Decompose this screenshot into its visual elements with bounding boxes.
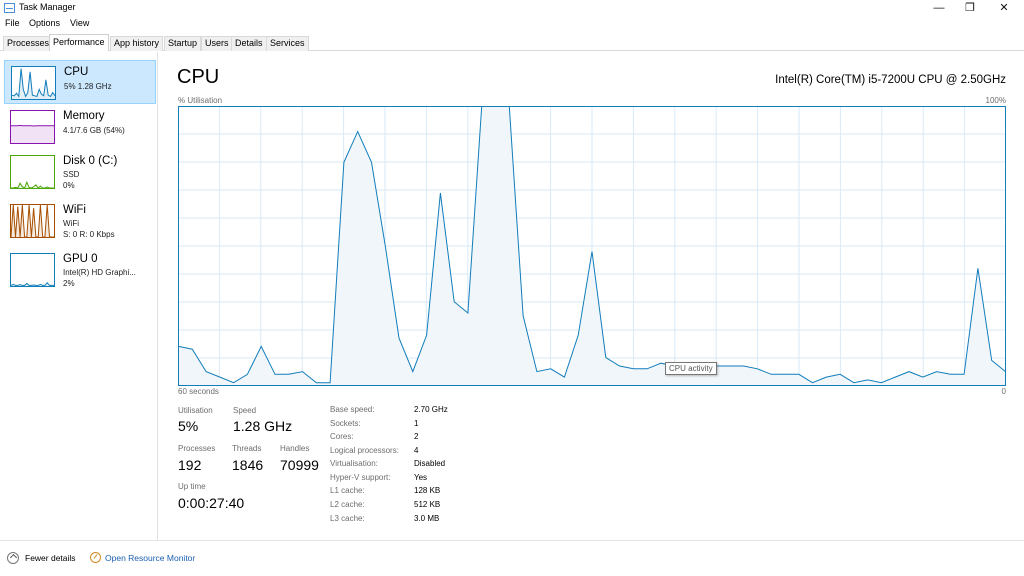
sidebar-item-gpu[interactable]: GPU 0 Intel(R) HD Graphi... 2% — [4, 248, 156, 292]
title-bar: Task Manager — ❐ ✕ — [0, 0, 1024, 17]
spec-label: Sockets: — [330, 419, 361, 428]
cpu-model: Intel(R) Core(TM) i5-7200U CPU @ 2.50GHz — [775, 74, 1006, 86]
sidebar-item-detail: 4.1/7.6 GB (54%) — [63, 126, 125, 135]
tab-services[interactable]: Services — [266, 36, 309, 51]
sidebar-item-detail: WiFi — [63, 219, 79, 228]
sparkline-fill — [11, 125, 54, 143]
sidebar-item-detail: Intel(R) HD Graphi... — [63, 268, 136, 277]
restore-button[interactable]: ❐ — [955, 0, 985, 17]
threads-value: 1846 — [232, 457, 264, 473]
sidebar-item-label: GPU 0 — [63, 253, 98, 265]
spec-value: 128 KB — [414, 486, 441, 495]
memory-sparkline — [10, 110, 55, 144]
uptime-value: 0:00:27:40 — [178, 495, 245, 511]
y-axis-max: 100% — [985, 96, 1006, 105]
cpu-graph-svg — [178, 106, 1006, 386]
spec-label: L3 cache: — [330, 514, 365, 523]
spec-value: Disabled — [414, 459, 446, 468]
handles-label: Handles — [280, 444, 310, 453]
sidebar-item-memory[interactable]: Memory 4.1/7.6 GB (54%) — [4, 105, 156, 149]
tooltip: CPU activity — [665, 362, 717, 375]
speed-value: 1.28 GHz — [233, 418, 293, 434]
sidebar-item-detail: S: 0 R: 0 Kbps — [63, 230, 115, 239]
sidebar-item-wifi[interactable]: WiFi WiFi S: 0 R: 0 Kbps — [4, 199, 156, 243]
sidebar-item-label: Memory — [63, 110, 105, 122]
tab-performance[interactable]: Performance — [49, 34, 109, 51]
tab-app-history[interactable]: App history — [110, 36, 164, 51]
sidebar-item-label: CPU — [64, 66, 89, 78]
sparkline-line — [11, 124, 54, 127]
uptime-label: Up time — [178, 482, 206, 491]
spec-label: Hyper-V support: — [330, 473, 391, 482]
y-axis-label: % Utilisation — [178, 96, 223, 105]
processes-label: Processes — [178, 444, 216, 453]
spec-label: Logical processors: — [330, 446, 399, 455]
footer: Fewer details Open Resource Monitor — [0, 540, 1024, 576]
fewer-details-button[interactable]: Fewer details — [25, 553, 76, 563]
sidebar-item-detail: 0% — [63, 181, 75, 190]
chevron-up-circle-icon[interactable] — [7, 552, 19, 564]
spec-label: Cores: — [330, 432, 354, 441]
sparkline-border — [10, 155, 55, 189]
page-title: CPU — [177, 66, 220, 88]
tab-startup[interactable]: Startup — [164, 36, 202, 51]
sidebar-item-label: WiFi — [63, 204, 86, 216]
sparkline-border — [10, 253, 55, 287]
resource-sidebar: CPU 5% 1.28 GHz Memory 4.1/7.6 GB (54%) … — [0, 52, 158, 540]
spec-label: L2 cache: — [330, 500, 365, 509]
cpu-sparkline — [11, 66, 56, 100]
spec-value: 2 — [414, 432, 419, 441]
processes-value: 192 — [178, 457, 202, 473]
spec-label: Base speed: — [330, 405, 375, 414]
cpu-utilisation-graph[interactable] — [178, 106, 1006, 437]
handles-value: 70999 — [280, 457, 319, 473]
menu-view[interactable]: View — [70, 18, 89, 28]
sparkline-line — [11, 180, 54, 189]
sidebar-item-detail: SSD — [63, 170, 80, 179]
spec-value: Yes — [414, 473, 428, 482]
spec-value: 4 — [414, 446, 419, 455]
task-manager-icon — [4, 3, 15, 13]
threads-label: Threads — [232, 444, 262, 453]
tab-users[interactable]: Users — [201, 36, 233, 51]
sparkline-border — [11, 66, 56, 100]
utilisation-value: 5% — [178, 418, 199, 434]
tab-details[interactable]: Details — [231, 36, 267, 51]
spec-value: 3.0 MB — [414, 514, 440, 523]
sidebar-item-cpu[interactable]: CPU 5% 1.28 GHz — [4, 60, 156, 104]
close-button[interactable]: ✕ — [989, 0, 1019, 17]
spec-label: L1 cache: — [330, 486, 365, 495]
menu-options[interactable]: Options — [29, 18, 60, 28]
disk-sparkline — [10, 155, 55, 189]
menu-file[interactable]: File — [5, 18, 20, 28]
x-axis-end: 0 — [1001, 387, 1006, 396]
speed-label: Speed — [233, 406, 257, 415]
cpu-performance-panel: CPU Intel(R) Core(TM) i5-7200U CPU @ 2.5… — [159, 52, 1024, 540]
sidebar-item-label: Disk 0 (C:) — [63, 155, 118, 167]
spec-value: 512 KB — [414, 500, 441, 509]
sidebar-item-detail: 5% 1.28 GHz — [64, 82, 112, 91]
open-resource-monitor-link[interactable]: Open Resource Monitor — [105, 553, 195, 563]
utilisation-label: Utilisation — [178, 406, 213, 415]
window-title: Task Manager — [19, 2, 76, 12]
tab-bar: Processes Performance App history Startu… — [0, 34, 1024, 51]
minimize-button[interactable]: — — [924, 0, 954, 17]
resource-monitor-icon[interactable] — [90, 552, 101, 563]
x-axis-label: 60 seconds — [178, 387, 219, 396]
gpu-sparkline — [10, 253, 55, 287]
spec-value: 1 — [414, 419, 419, 428]
spec-label: Virtualisation: — [330, 459, 378, 468]
sparkline-line — [11, 68, 56, 98]
tab-processes[interactable]: Processes — [3, 36, 54, 51]
spec-value: 2.70 GHz — [414, 405, 448, 414]
menu-bar: File Options View — [0, 17, 1024, 32]
sidebar-item-disk[interactable]: Disk 0 (C:) SSD 0% — [4, 150, 156, 194]
wifi-sparkline — [10, 204, 55, 238]
sidebar-item-detail: 2% — [63, 279, 75, 288]
